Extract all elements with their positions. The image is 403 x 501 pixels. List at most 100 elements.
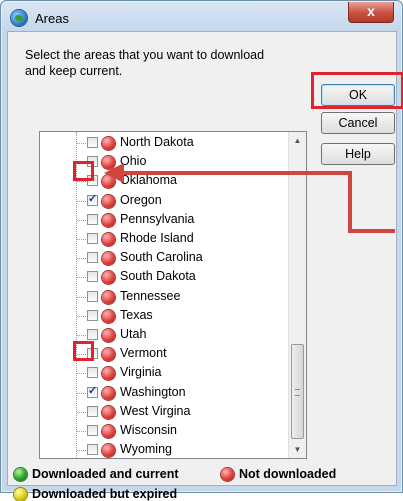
dialog-body: Select the areas that you want to downlo… — [7, 31, 403, 501]
not-downloaded-status-icon — [102, 137, 115, 150]
grip-icon — [295, 389, 300, 396]
not-downloaded-status-icon — [102, 444, 115, 458]
area-checkbox[interactable] — [87, 329, 98, 340]
area-checkbox[interactable] — [87, 290, 98, 302]
not-downloaded-status-icon — [102, 213, 115, 227]
legend-expired-label: Downloaded but expired — [32, 487, 178, 501]
area-checkbox[interactable] — [87, 367, 98, 379]
tree-connector-line — [77, 315, 86, 317]
area-checkbox[interactable] — [87, 444, 98, 456]
area-label: Oregon — [120, 192, 162, 207]
area-label: Texas — [120, 307, 153, 322]
tree-item-south-dakota[interactable]: South Dakota — [40, 268, 288, 287]
area-label: North Dakota — [120, 135, 194, 149]
not-downloaded-status-icon — [102, 309, 115, 323]
not-downloaded-status-icon — [102, 425, 115, 438]
area-checkbox[interactable] — [87, 233, 98, 244]
area-label: South Dakota — [120, 269, 196, 284]
tree-connector-line — [77, 411, 86, 413]
tree-item-rhode-island[interactable]: Rhode Island — [40, 230, 288, 249]
area-label: South Carolina — [120, 250, 203, 265]
tree-connector-line — [77, 296, 86, 298]
window-title: Areas — [35, 11, 69, 26]
vertical-scrollbar[interactable]: ▲ ▼ — [288, 132, 306, 458]
tree-connector-line — [77, 450, 86, 452]
callout-arrow-shaft — [348, 171, 352, 233]
tree-item-west-virgina[interactable]: West Virgina — [40, 403, 288, 422]
not-downloaded-status-icon — [102, 405, 115, 419]
tree-connector-line — [77, 239, 86, 240]
tree-connector-line — [77, 431, 86, 432]
not-downloaded-status-icon — [102, 271, 115, 285]
not-downloaded-status-icon — [102, 367, 115, 381]
not-downloaded-status-icon — [102, 233, 115, 246]
close-button[interactable]: x — [348, 2, 394, 23]
tree-connector-line — [77, 335, 86, 336]
tree-connector-line — [77, 181, 86, 183]
scroll-up-arrow-icon[interactable]: ▲ — [289, 132, 306, 149]
cancel-button[interactable]: Cancel — [321, 112, 395, 134]
tree-connector-line — [77, 143, 86, 144]
not-downloaded-status-icon — [102, 194, 115, 208]
tree-connector-line — [77, 200, 86, 202]
not-downloaded-status-icon — [102, 252, 115, 266]
area-checkbox[interactable] — [87, 137, 98, 148]
area-checkbox[interactable] — [87, 384, 98, 398]
scroll-down-arrow-icon[interactable]: ▼ — [289, 441, 306, 458]
area-label: Rhode Island — [120, 231, 194, 245]
ok-highlight-box — [311, 72, 403, 109]
area-label: Washington — [120, 384, 186, 399]
tree-item-washington[interactable]: Washington — [40, 384, 288, 403]
scrollbar-thumb[interactable] — [291, 344, 304, 439]
area-label: West Virgina — [120, 403, 191, 418]
not-downloaded-status-icon — [102, 386, 115, 400]
tree-item-south-carolina[interactable]: South Carolina — [40, 249, 288, 268]
area-checkbox[interactable] — [87, 271, 98, 283]
red-status-icon — [221, 468, 234, 481]
area-checkbox[interactable] — [87, 425, 98, 436]
callout-arrow-head — [104, 163, 124, 183]
globe-icon — [11, 10, 27, 26]
tree-item-wisconsin[interactable]: Wisconsin — [40, 422, 288, 441]
legend-current-label: Downloaded and current — [32, 467, 179, 481]
tree-item-pennsylvania[interactable]: Pennsylvania — [40, 211, 288, 230]
not-downloaded-status-icon — [102, 290, 115, 304]
instruction-text: Select the areas that you want to downlo… — [25, 48, 265, 78]
oregon-checkbox-highlight — [73, 161, 94, 181]
tree-connector-line — [77, 392, 86, 394]
callout-arrow-shaft — [348, 229, 395, 233]
not-downloaded-status-icon — [102, 329, 115, 342]
area-checkbox[interactable] — [87, 405, 98, 417]
tree-connector-line — [77, 277, 86, 279]
tree-connector-line — [77, 373, 86, 375]
area-checkbox[interactable] — [87, 213, 98, 225]
area-label: Pennsylvania — [120, 211, 195, 226]
help-button[interactable]: Help — [321, 143, 395, 165]
area-checkbox[interactable] — [87, 309, 98, 321]
tree-item-north-dakota[interactable]: North Dakota — [40, 134, 288, 153]
tree-item-wyoming[interactable]: Wyoming — [40, 441, 288, 458]
area-label: Utah — [120, 327, 147, 341]
area-label: Wyoming — [120, 442, 172, 457]
area-checkbox[interactable] — [87, 192, 98, 206]
close-icon: x — [367, 3, 375, 19]
area-label: Virginia — [120, 365, 162, 380]
tree-connector-line — [77, 258, 86, 260]
area-checkbox[interactable] — [87, 252, 98, 264]
title-bar[interactable]: Areas x — [2, 2, 401, 32]
area-label: Wisconsin — [120, 423, 177, 437]
washington-checkbox-highlight — [73, 341, 94, 361]
legend-not-downloaded-label: Not downloaded — [239, 467, 337, 481]
green-status-icon — [14, 468, 27, 481]
yellow-status-icon — [14, 488, 27, 501]
area-label: Oklahoma — [120, 173, 177, 188]
tree-item-tennessee[interactable]: Tennessee — [40, 288, 288, 307]
area-label: Tennessee — [120, 288, 181, 303]
tree-connector-line — [77, 219, 86, 221]
area-label: Vermont — [120, 346, 167, 361]
tree-item-texas[interactable]: Texas — [40, 307, 288, 326]
tree-item-oregon[interactable]: Oregon — [40, 192, 288, 211]
callout-arrow-shaft — [122, 171, 352, 175]
not-downloaded-status-icon — [102, 348, 115, 362]
tree-item-virginia[interactable]: Virginia — [40, 364, 288, 383]
